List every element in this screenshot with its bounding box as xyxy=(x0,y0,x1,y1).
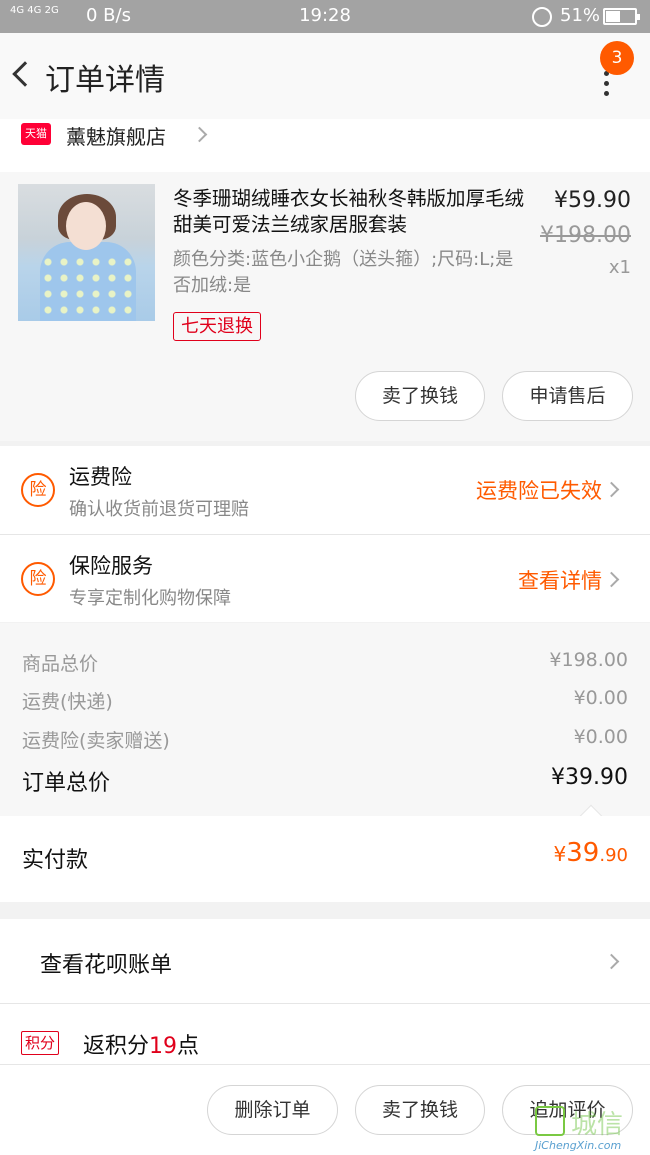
shipping-insurance-fee-label: 运费险(卖家赠送) xyxy=(22,730,170,752)
watermark-en: JiChengXin.com xyxy=(535,1139,622,1152)
product-price: ¥59.90 xyxy=(554,188,631,213)
tmall-logo-icon: 天猫 xyxy=(21,123,51,145)
chevron-right-icon xyxy=(603,571,620,588)
actual-payment-row: 实付款 ¥39.90 xyxy=(0,816,650,902)
more-menu-icon[interactable] xyxy=(600,71,612,101)
shipping-insurance-status[interactable]: 运费险已失效 xyxy=(476,475,602,505)
chevron-right-icon xyxy=(603,953,620,970)
goods-total-value: ¥198.00 xyxy=(549,649,628,671)
product-card[interactable]: 冬季珊瑚绒睡衣女长袖秋冬韩版加厚毛绒甜美可爱法兰绒家居服套装 颜色分类:蓝色小企… xyxy=(0,172,650,441)
shipping-insurance-title: 运费险 xyxy=(69,465,132,489)
shipping-fee-label: 运费(快递) xyxy=(22,691,113,713)
site-watermark: 城信 JiChengXin.com xyxy=(533,1102,650,1155)
product-sku: 颜色分类:蓝色小企鹅（送头箍）;尺码:L;是否加绒:是 xyxy=(173,249,514,296)
order-total-label: 订单总价 xyxy=(22,771,111,796)
insurance-service-row[interactable]: 险 保险服务 专享定制化购物保障 查看详情 xyxy=(0,535,650,622)
nav-bar: 订单详情 3 xyxy=(0,33,650,119)
actual-payment-value: ¥39.90 xyxy=(553,838,628,868)
shipping-insurance-fee-value: ¥0.00 xyxy=(573,726,628,748)
reward-points-row: 积分 返积分19点 xyxy=(0,1004,650,1064)
insurance-service-subtitle: 专享定制化购物保障 xyxy=(69,588,231,609)
chevron-right-icon xyxy=(603,481,620,498)
product-original-price: ¥198.00 xyxy=(540,223,631,248)
battery-fill xyxy=(606,11,620,22)
status-bar: 4G 4G 2G 0 B/s 19:28 51% xyxy=(0,0,650,33)
order-total-value: ¥39.90 xyxy=(551,765,628,790)
shipping-fee-value: ¥0.00 xyxy=(573,687,628,709)
product-quantity: x1 xyxy=(608,257,631,278)
huabei-bill-row[interactable]: 查看花呗账单 xyxy=(0,919,650,1003)
insurance-service-title: 保险服务 xyxy=(69,554,153,578)
price-summary: 商品总价 ¥198.00 运费(快递) ¥0.00 运费险(卖家赠送) ¥0.0… xyxy=(0,623,650,816)
insurance-icon: 险 xyxy=(21,562,55,596)
watermark-cn: 城信 xyxy=(571,1110,624,1140)
sell-for-cash-button[interactable]: 卖了换钱 xyxy=(355,1085,485,1135)
sell-for-cash-button[interactable]: 卖了换钱 xyxy=(355,371,485,421)
store-name[interactable]: 薰魅旗舰店 xyxy=(66,121,166,150)
view-details-link[interactable]: 查看详情 xyxy=(518,565,602,595)
product-thumbnail[interactable] xyxy=(18,184,155,321)
back-arrow-icon[interactable] xyxy=(12,61,38,87)
apply-after-sales-button[interactable]: 申请售后 xyxy=(502,371,633,421)
store-header[interactable]: 天猫 薰魅旗舰店 xyxy=(0,119,650,172)
goods-total-label: 商品总价 xyxy=(22,653,99,675)
shipping-insurance-subtitle: 确认收货前退货可理赔 xyxy=(69,499,249,520)
rotation-lock-icon xyxy=(532,7,552,27)
watermark-logo-icon xyxy=(535,1106,565,1136)
product-title[interactable]: 冬季珊瑚绒睡衣女长袖秋冬韩版加厚毛绒甜美可爱法兰绒家居服套装 xyxy=(173,186,528,238)
message-badge: 3 xyxy=(600,41,634,75)
chevron-right-icon xyxy=(191,126,208,143)
points-tag: 积分 xyxy=(21,1031,60,1055)
battery-percent: 51% xyxy=(560,5,601,26)
delete-order-button[interactable]: 删除订单 xyxy=(207,1085,338,1135)
shipping-insurance-row[interactable]: 险 运费险 确认收货前退货可理赔 运费险已失效 xyxy=(0,446,650,534)
page-title: 订单详情 xyxy=(45,63,165,98)
insurance-icon: 险 xyxy=(21,473,55,507)
actual-payment-label: 实付款 xyxy=(22,848,89,873)
return-policy-tag: 七天退换 xyxy=(173,312,261,341)
battery-icon xyxy=(603,8,640,25)
clock: 19:28 xyxy=(299,5,351,26)
reward-points-text: 返积分19点 xyxy=(83,1034,200,1059)
huabei-bill-label[interactable]: 查看花呗账单 xyxy=(40,947,172,979)
